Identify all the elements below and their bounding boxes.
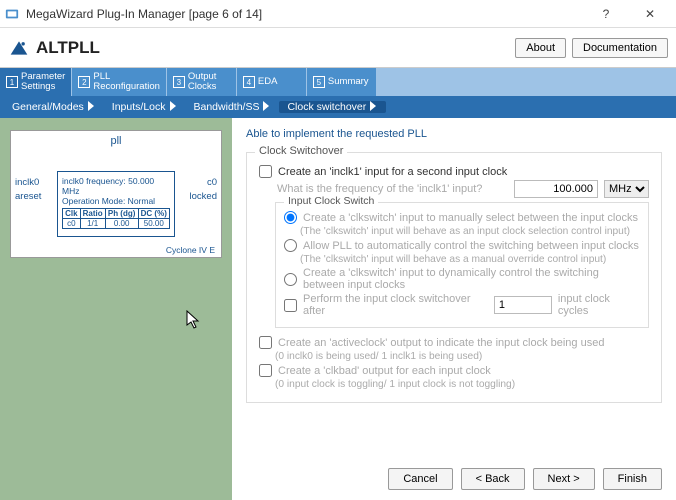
step-pll-reconfiguration[interactable]: 2PLLReconfiguration: [72, 68, 167, 96]
sub-tabs: General/Modes Inputs/Lock Bandwidth/SS C…: [0, 96, 676, 118]
tab-general-modes[interactable]: General/Modes: [4, 101, 104, 113]
product-logo: ALTPLL: [8, 38, 100, 58]
auto-switch-radio[interactable]: [284, 239, 297, 252]
documentation-button[interactable]: Documentation: [572, 38, 668, 58]
window-title: MegaWizard Plug-In Manager [page 6 of 14…: [26, 7, 584, 21]
activeclock-checkbox[interactable]: [259, 336, 272, 349]
frequency-unit-select[interactable]: MHz: [604, 180, 649, 198]
wizard-steps: 1ParameterSettings 2PLLReconfiguration 3…: [0, 68, 676, 96]
group-title: Clock Switchover: [255, 145, 347, 157]
tab-bandwidth-ss[interactable]: Bandwidth/SS: [186, 101, 280, 113]
perform-switchover-checkbox[interactable]: [284, 299, 297, 312]
chevron-right-icon: [261, 101, 271, 113]
chevron-right-icon: [86, 101, 96, 113]
product-name: ALTPLL: [36, 38, 100, 58]
diagram-mode-line: Operation Mode: Normal: [62, 196, 170, 206]
tab-inputs-lock[interactable]: Inputs/Lock: [104, 101, 186, 113]
cancel-button[interactable]: Cancel: [388, 468, 452, 490]
pin-c0: c0: [207, 177, 217, 188]
clkbad-help: (0 input clock is toggling/ 1 input cloc…: [275, 379, 649, 390]
activeclock-help: (0 inclk0 is being used/ 1 inclk1 is bei…: [275, 351, 649, 362]
next-button[interactable]: Next >: [533, 468, 595, 490]
pin-locked: locked: [190, 191, 217, 202]
clkswitch-dynamic-radio[interactable]: [284, 273, 297, 286]
header: ALTPLL About Documentation: [0, 28, 676, 68]
step-parameter-settings[interactable]: 1ParameterSettings: [0, 68, 72, 96]
pll-diagram: pll inclk0 areset c0 locked inclk0 frequ…: [10, 130, 222, 258]
chevron-right-icon: [368, 101, 378, 113]
step-output-clocks[interactable]: 3OutputClocks: [167, 68, 237, 96]
chevron-right-icon: [168, 101, 178, 113]
clock-switchover-group: Clock Switchover Create an 'inclk1' inpu…: [246, 152, 662, 403]
diagram-title: pll: [11, 131, 221, 151]
about-button[interactable]: About: [515, 38, 566, 58]
step-summary[interactable]: 5Summary: [307, 68, 377, 96]
app-icon: [4, 7, 20, 21]
input-clock-switch-group: Input Clock Switch Create a 'clkswitch' …: [275, 202, 649, 328]
ics-title: Input Clock Switch: [284, 195, 378, 207]
pin-inclk0: inclk0: [15, 177, 39, 188]
inclk1-frequency-input[interactable]: [514, 180, 598, 198]
settings-pane: Able to implement the requested PLL Cloc…: [232, 118, 676, 500]
preview-pane: pll inclk0 areset c0 locked inclk0 frequ…: [0, 118, 232, 500]
clkswitch-manual-help: (The 'clkswitch' input will behave as an…: [300, 226, 640, 237]
title-bar: MegaWizard Plug-In Manager [page 6 of 14…: [0, 0, 676, 28]
create-inclk1-label: Create an 'inclk1' input for a second in…: [278, 166, 507, 178]
clkswitch-manual-radio[interactable]: [284, 211, 297, 224]
finish-button[interactable]: Finish: [603, 468, 662, 490]
switchover-cycles-input[interactable]: [494, 296, 552, 314]
tab-clock-switchover[interactable]: Clock switchover: [279, 101, 386, 113]
clkbad-checkbox[interactable]: [259, 364, 272, 377]
help-icon[interactable]: ?: [584, 0, 628, 28]
pin-areset: areset: [15, 191, 41, 202]
auto-switch-help: (The 'clkswitch' input will behave as a …: [300, 254, 640, 265]
back-button[interactable]: < Back: [461, 468, 525, 490]
close-icon[interactable]: ✕: [628, 0, 672, 28]
diagram-freq-line: inclk0 frequency: 50.000 MHz: [62, 176, 170, 196]
wizard-footer: Cancel < Back Next > Finish: [388, 468, 662, 490]
diagram-device-label: Cyclone IV E: [166, 245, 215, 255]
create-inclk1-checkbox[interactable]: [259, 165, 272, 178]
status-message: Able to implement the requested PLL: [246, 128, 662, 140]
diagram-clock-table: ClkRatioPh (dg)DC (%) c01/10.0050.00: [62, 208, 170, 229]
freq-question-label: What is the frequency of the 'inclk1' in…: [277, 183, 508, 195]
step-eda[interactable]: 4EDA: [237, 68, 307, 96]
